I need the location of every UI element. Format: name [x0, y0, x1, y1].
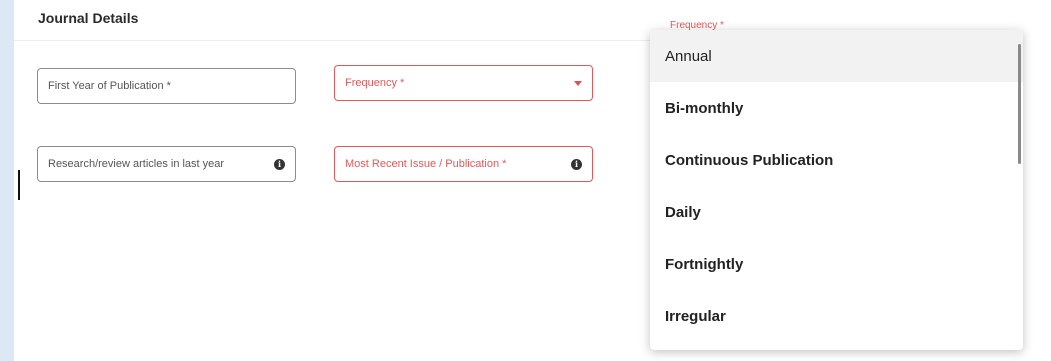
info-icon[interactable]: i — [274, 158, 285, 170]
dropdown-scrollbar[interactable] — [1018, 44, 1021, 164]
section-title: Journal Details — [38, 10, 139, 26]
chevron-down-icon[interactable] — [574, 80, 582, 86]
info-icon[interactable]: i — [571, 158, 582, 170]
frequency-dropdown-menu[interactable]: Annual Bi-monthly Continuous Publication… — [650, 30, 1023, 350]
option-fortnightly[interactable]: Fortnightly — [650, 238, 1023, 290]
option-label: Irregular — [665, 307, 726, 325]
option-annual[interactable]: Annual — [650, 30, 1023, 82]
option-label: Daily — [665, 203, 701, 221]
first-year-label: First Year of Publication * — [48, 80, 171, 92]
articles-field[interactable]: Research/review articles in last year i — [37, 146, 296, 182]
option-irregular[interactable]: Irregular — [650, 290, 1023, 342]
recent-issue-field[interactable]: Most Recent Issue / Publication * i — [334, 146, 593, 182]
divider — [14, 40, 654, 41]
text-cursor — [18, 170, 20, 200]
option-label: Annual — [665, 47, 712, 65]
option-label: Bi-monthly — [665, 99, 744, 117]
option-label: Fortnightly — [665, 255, 744, 273]
frequency-select[interactable]: Frequency * — [334, 65, 593, 101]
option-label: Continuous Publication — [665, 151, 834, 169]
option-continuous-publication[interactable]: Continuous Publication — [650, 134, 1023, 186]
option-daily[interactable]: Daily — [650, 186, 1023, 238]
recent-issue-label: Most Recent Issue / Publication * — [345, 158, 507, 170]
frequency-label: Frequency * — [345, 77, 405, 89]
option-bi-monthly[interactable]: Bi-monthly — [650, 82, 1023, 134]
articles-label: Research/review articles in last year — [48, 158, 225, 170]
first-year-field[interactable]: First Year of Publication * — [37, 68, 296, 104]
